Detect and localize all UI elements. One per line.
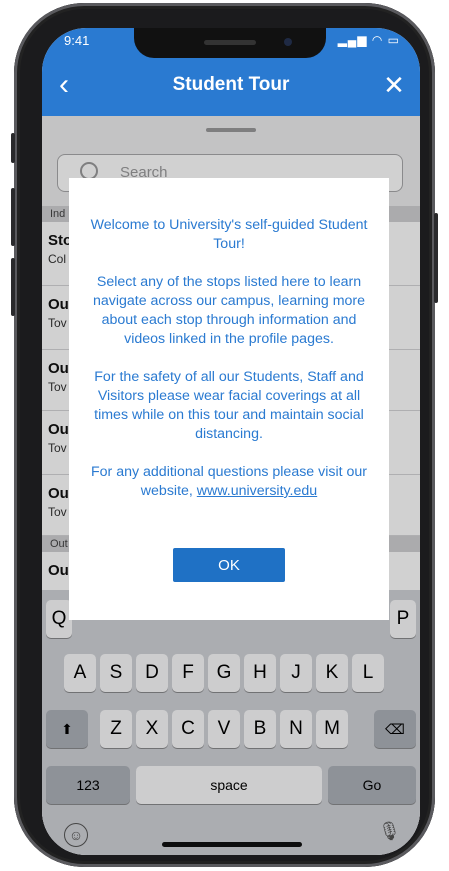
dialog-contact-text: For any additional questions please visi… <box>85 463 373 501</box>
page-title: Student Tour <box>172 74 290 95</box>
dialog-welcome-text: Welcome to University's self-guided Stud… <box>90 217 368 252</box>
dialog-message: Welcome to University's self-guided Stud… <box>85 216 373 520</box>
power-button <box>434 213 438 303</box>
dialog-instructions-text: Select any of the stops listed here to l… <box>92 274 366 347</box>
phone-screen: 9:41 ▂▄▆ ◠ ▭ ‹ Student Tour ✕ Search Ind… <box>42 28 420 855</box>
website-link[interactable]: www.university.edu <box>197 483 317 499</box>
volume-down-button <box>11 258 15 316</box>
welcome-dialog: Welcome to University's self-guided Stud… <box>69 178 389 620</box>
speaker <box>204 40 256 45</box>
volume-up-button <box>11 188 15 246</box>
dialog-safety-text: For the safety of all our Students, Staf… <box>94 369 364 442</box>
notch <box>134 28 326 58</box>
camera <box>284 38 292 46</box>
nav-bar: ‹ Student Tour ✕ <box>42 58 420 116</box>
status-time: 9:41 <box>64 33 90 48</box>
signal-wifi-battery-icons: ▂▄▆ ◠ ▭ <box>337 33 400 47</box>
silent-switch <box>11 133 15 163</box>
close-icon[interactable]: ✕ <box>378 68 410 102</box>
ok-button[interactable]: OK <box>173 548 285 582</box>
